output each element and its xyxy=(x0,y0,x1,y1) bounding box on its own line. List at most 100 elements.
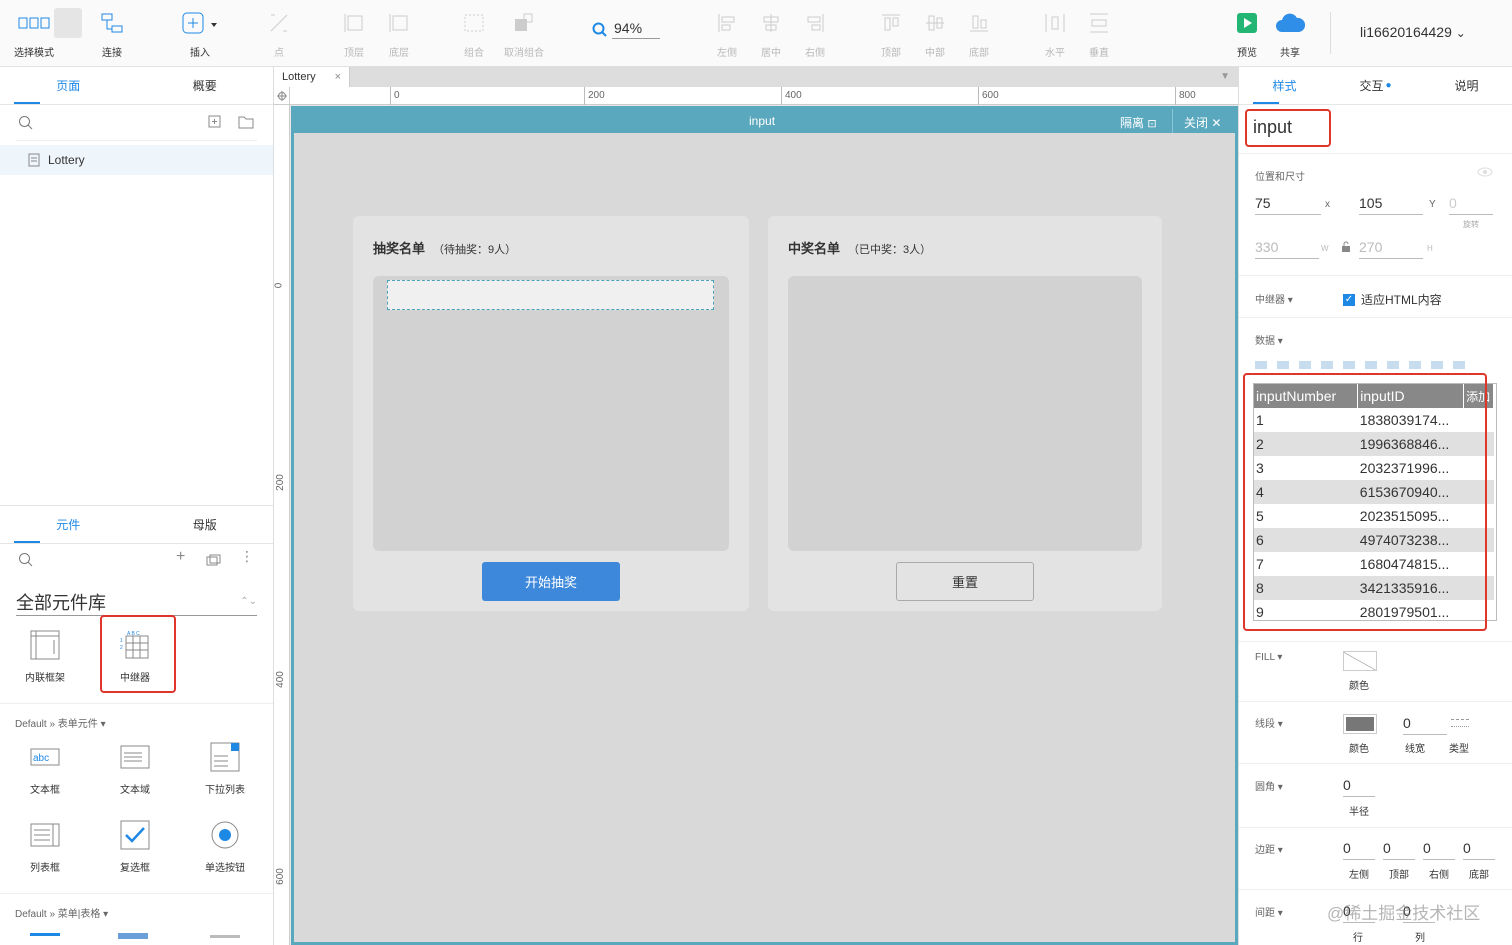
add-page-icon[interactable] xyxy=(208,115,222,129)
comp-radio[interactable]: 单选按钮 xyxy=(190,819,260,874)
share-button[interactable]: 共享 xyxy=(1274,8,1306,59)
tab-components[interactable]: 元件 xyxy=(0,506,137,543)
folder-icon[interactable] xyxy=(238,115,254,129)
padding-left-input[interactable]: 0 xyxy=(1343,840,1375,860)
comp-label: 单选按钮 xyxy=(205,863,245,874)
isolate-button[interactable]: 隔离 ⊡ xyxy=(1120,114,1157,131)
radius-input[interactable]: 0 xyxy=(1343,777,1375,797)
stroke-section-label[interactable]: 线段 ▾ xyxy=(1255,715,1283,730)
eye-icon[interactable] xyxy=(1477,167,1493,177)
close-tab-icon[interactable]: × xyxy=(335,71,341,83)
comp-listbox[interactable]: 列表框 xyxy=(10,819,80,874)
distribute-h-button[interactable]: 水平 xyxy=(1044,8,1066,59)
group-form-label[interactable]: Default » 表单元件 ▾ xyxy=(15,715,106,730)
stroke-color-swatch[interactable] xyxy=(1343,714,1377,734)
x-input[interactable]: 75 xyxy=(1255,195,1321,215)
bring-front-icon xyxy=(344,14,363,32)
user-menu[interactable]: li16620164429 ⌄ xyxy=(1360,24,1466,40)
align-top-button[interactable]: 顶部 xyxy=(880,8,902,59)
comp-textarea[interactable]: 文本域 xyxy=(100,741,170,796)
repeater-edit-frame: input 隔离 ⊡ 关闭 ✕ 抽奖名单 （待抽奖：9人） 开始抽奖 中奖名单 （已… xyxy=(291,106,1238,945)
group-label: 组合 xyxy=(464,48,484,59)
align-middle-button[interactable]: 中部 xyxy=(924,8,946,59)
point-button[interactable]: 点 xyxy=(268,8,290,59)
svg-text:abc: abc xyxy=(33,753,49,764)
send-back-label: 底层 xyxy=(389,48,409,59)
components-tabs: 元件 母版 xyxy=(0,506,273,544)
lottery-list-repeater[interactable] xyxy=(373,276,729,551)
height-input[interactable]: 270 xyxy=(1359,239,1423,259)
send-back-button[interactable]: 底层 xyxy=(387,8,411,59)
tab-pages[interactable]: 页面 xyxy=(0,67,137,104)
connect-button[interactable]: 连接 xyxy=(100,8,124,59)
reset-button[interactable]: 重置 xyxy=(896,562,1034,601)
zoom-value: 94% xyxy=(612,20,661,39)
padding-right-input[interactable]: 0 xyxy=(1423,840,1455,860)
textbox-icon: abc xyxy=(30,748,60,766)
horizontal-ruler: 0 200 400 600 800 xyxy=(290,87,1238,105)
edit-frame-title: input xyxy=(749,114,776,128)
group-button[interactable]: 组合 xyxy=(462,8,486,59)
select-mode-icon xyxy=(18,17,50,29)
stroke-type-icon[interactable] xyxy=(1451,719,1469,727)
more-menu-icon[interactable]: ⋮ xyxy=(240,548,254,565)
lock-icon[interactable] xyxy=(1341,241,1351,253)
comp-inline-frame[interactable]: 内联框架 xyxy=(10,629,80,684)
tab-masters[interactable]: 母版 xyxy=(137,506,274,543)
align-left-button[interactable]: 左侧 xyxy=(716,8,738,59)
add-library-icon[interactable]: + xyxy=(176,548,185,566)
align-bottom-button[interactable]: 底部 xyxy=(968,8,990,59)
group-menu-label[interactable]: Default » 菜单|表格 ▾ xyxy=(15,905,108,920)
align-left-label: 左侧 xyxy=(717,48,737,59)
align-left-icon xyxy=(718,14,735,32)
tab-interaction[interactable]: 交互 ● xyxy=(1330,67,1421,104)
padding-bottom-input[interactable]: 0 xyxy=(1463,840,1495,860)
insert-button[interactable]: 插入 xyxy=(182,8,218,59)
data-section-label[interactable]: 数据 ▾ xyxy=(1255,332,1283,347)
stroke-width-input[interactable]: 0 xyxy=(1403,715,1447,735)
fit-html-checkbox[interactable]: ✓ 适应HTML内容 xyxy=(1343,291,1442,308)
repeater-item-input[interactable] xyxy=(387,280,714,310)
checkbox-icon xyxy=(120,820,150,850)
align-right-button[interactable]: 右侧 xyxy=(804,8,826,59)
radius-section-label[interactable]: 圆角 ▾ xyxy=(1255,778,1283,793)
page-item-lottery[interactable]: Lottery xyxy=(0,145,273,175)
comp-dropdown[interactable]: 下拉列表 xyxy=(190,741,260,796)
bring-front-button[interactable]: 顶层 xyxy=(342,8,366,59)
main-toolbar: 选择模式 连接 插入 点 顶层 底层 组合 取消组合 94% 左侧 居中 右侧 … xyxy=(0,0,1512,67)
ungroup-button[interactable]: 取消组合 xyxy=(504,8,544,59)
tab-notes[interactable]: 说明 xyxy=(1421,67,1512,104)
repeater-section-label[interactable]: 中继器 ▾ xyxy=(1255,291,1293,306)
zoom-select[interactable]: 94% xyxy=(592,20,661,39)
spacing-section-label[interactable]: 间距 ▾ xyxy=(1255,904,1283,919)
tab-style[interactable]: 样式 xyxy=(1239,67,1330,104)
point-icon xyxy=(270,14,288,32)
comp-checkbox[interactable]: 复选框 xyxy=(100,819,170,874)
tabs-dropdown-icon[interactable]: ▼ xyxy=(1220,71,1230,82)
fill-section-label[interactable]: FILL ▾ xyxy=(1255,652,1282,663)
y-input[interactable]: 105 xyxy=(1359,195,1423,215)
library-select[interactable]: 全部元件库 ⌃⌄ xyxy=(16,588,257,616)
watermark: @稀土掘金技术社区 xyxy=(1327,904,1481,923)
search-icon[interactable] xyxy=(18,115,34,131)
library-manage-icon[interactable] xyxy=(206,554,222,566)
comp-label: 下拉列表 xyxy=(205,785,245,796)
comp-textbox[interactable]: abc 文本框 xyxy=(10,741,80,796)
tab-outline[interactable]: 概要 xyxy=(137,67,274,104)
library-name: 全部元件库 xyxy=(16,592,106,613)
search-components-icon[interactable] xyxy=(18,552,34,568)
select-mode-button[interactable]: 选择模式 xyxy=(14,8,54,59)
start-lottery-button[interactable]: 开始抽奖 xyxy=(482,562,620,601)
padding-top-input[interactable]: 0 xyxy=(1383,840,1415,860)
rotation-input[interactable]: 0 xyxy=(1449,195,1493,215)
preview-button[interactable]: 预览 xyxy=(1236,8,1258,59)
doc-tab-lottery[interactable]: Lottery × xyxy=(274,67,350,87)
width-input[interactable]: 330 xyxy=(1255,239,1319,259)
align-center-button[interactable]: 居中 xyxy=(760,8,782,59)
padding-section-label[interactable]: 边距 ▾ xyxy=(1255,841,1283,856)
fill-color-swatch[interactable] xyxy=(1343,651,1377,671)
data-toolbar-icons[interactable] xyxy=(1255,361,1465,369)
distribute-v-button[interactable]: 垂直 xyxy=(1088,8,1110,59)
close-edit-button[interactable]: 关闭 ✕ xyxy=(1184,114,1221,131)
comp-label: 列表框 xyxy=(30,863,60,874)
